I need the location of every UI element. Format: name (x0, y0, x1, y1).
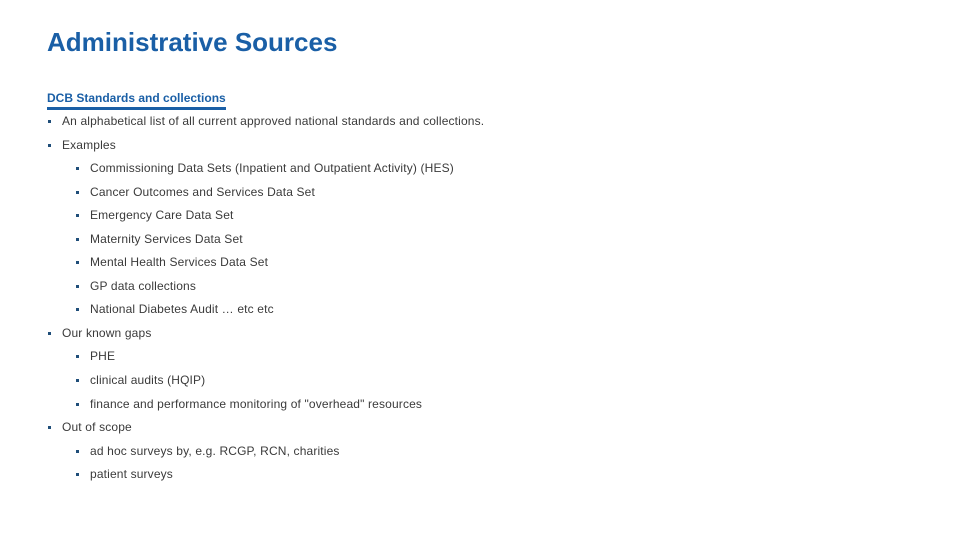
bullet-item: An alphabetical list of all current appr… (47, 114, 484, 129)
square-bullet-icon (48, 143, 51, 147)
bullet-text: Emergency Care Data Set (90, 208, 234, 223)
sub-bullet-item: Cancer Outcomes and Services Data Set (47, 185, 484, 200)
square-bullet-icon (76, 167, 79, 171)
square-bullet-icon (76, 284, 79, 288)
bullet-text: Out of scope (62, 420, 132, 435)
square-bullet-icon (76, 402, 79, 406)
sub-bullet-item: Emergency Care Data Set (47, 208, 484, 223)
square-bullet-icon (76, 261, 79, 265)
bullet-text: Our known gaps (62, 325, 152, 340)
bullet-text: Maternity Services Data Set (90, 231, 243, 246)
bullet-text: An alphabetical list of all current appr… (62, 114, 485, 128)
square-bullet-icon (76, 190, 79, 194)
sub-bullet-item: GP data collections (47, 279, 484, 294)
sub-bullet-item: Commissioning Data Sets (Inpatient and O… (47, 161, 484, 176)
square-bullet-icon (76, 308, 79, 312)
sub-bullet-item: National Diabetes Audit … etc etc (47, 302, 484, 317)
bullet-item: Out of scope (47, 420, 484, 435)
square-bullet-icon (76, 449, 79, 453)
square-bullet-icon (76, 473, 79, 477)
bullet-text: patient surveys (90, 467, 173, 482)
square-bullet-icon (76, 214, 79, 218)
bullet-text: GP data collections (90, 278, 197, 293)
bullet-text: Examples (62, 137, 116, 152)
sub-bullet-item: patient surveys (47, 467, 484, 482)
sub-bullet-item: ad hoc surveys by, e.g. RCGP, RCN, chari… (47, 444, 484, 459)
sub-bullet-item: Mental Health Services Data Set (47, 255, 484, 270)
bullet-text: National Diabetes Audit … etc etc (90, 302, 274, 317)
square-bullet-icon (48, 331, 51, 335)
sub-bullet-item: finance and performance monitoring of "o… (47, 397, 484, 412)
sub-bullet-item: clinical audits (HQIP) (47, 373, 484, 388)
bullet-text: finance and performance monitoring of "o… (90, 396, 423, 411)
square-bullet-icon (76, 379, 79, 383)
square-bullet-icon (48, 426, 51, 430)
sub-bullet-item: Maternity Services Data Set (47, 232, 484, 247)
square-bullet-icon (76, 355, 79, 359)
bullet-text: Commissioning Data Sets (Inpatient and O… (90, 161, 454, 176)
sub-bullet-item: PHE (47, 349, 484, 364)
bullet-item: Our known gaps (47, 326, 484, 341)
bullet-text: ad hoc surveys by, e.g. RCGP, RCN, chari… (90, 443, 340, 458)
bullet-text: Mental Health Services Data Set (90, 255, 269, 270)
bullet-text: PHE (90, 349, 116, 364)
bullet-item: Examples (47, 138, 484, 153)
slide: Administrative Sources DCB Standards and… (0, 0, 960, 540)
section-heading-link[interactable]: DCB Standards and collections (47, 91, 226, 110)
bullet-list: An alphabetical list of all current appr… (47, 114, 484, 491)
bullet-text: Cancer Outcomes and Services Data Set (90, 184, 315, 199)
slide-title: Administrative Sources (47, 27, 338, 57)
bullet-text: clinical audits (HQIP) (90, 373, 206, 388)
square-bullet-icon (76, 237, 79, 241)
square-bullet-icon (48, 120, 51, 123)
